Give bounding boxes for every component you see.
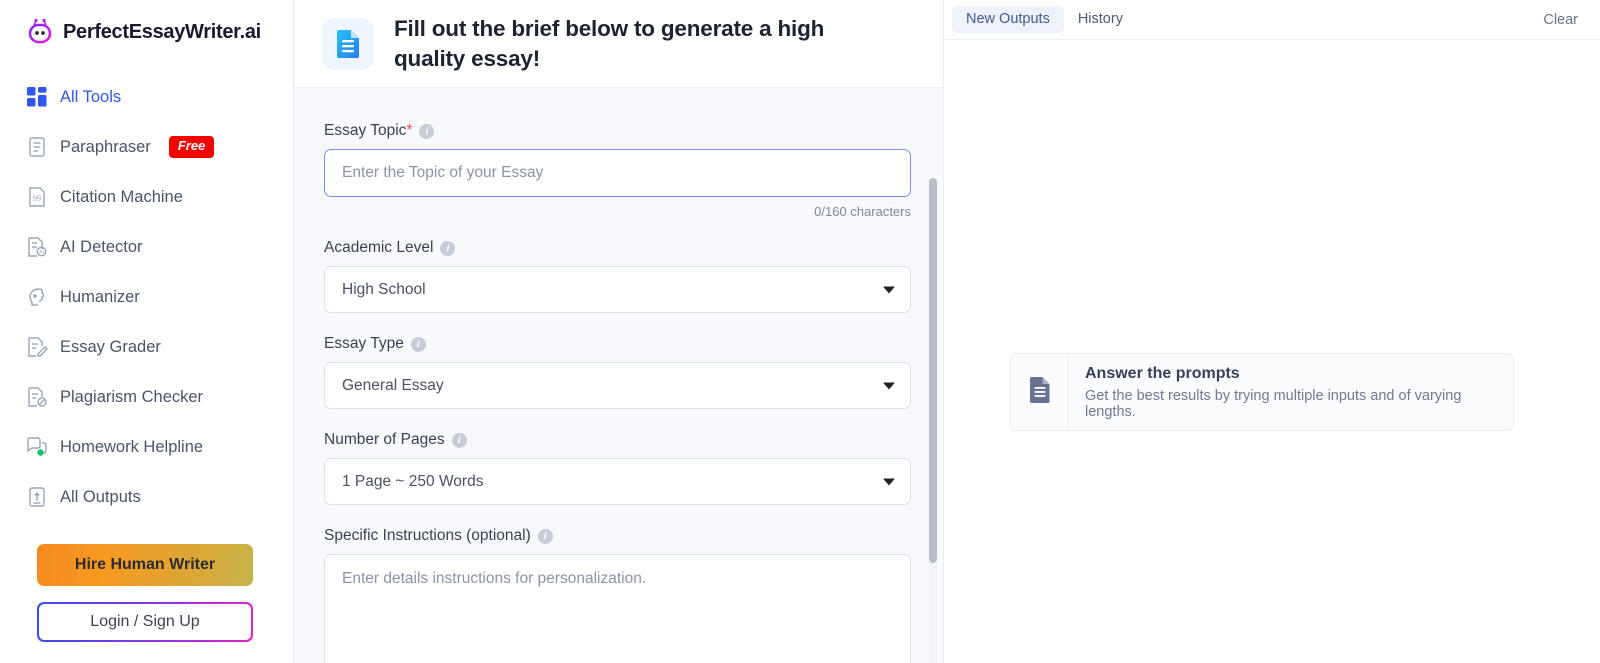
field-essay-type: Essay Type i General Essay [324,335,913,409]
sidebar-item-label: Humanizer [60,287,140,306]
number-of-pages-select-wrap: 1 Page ~ 250 Words [324,458,911,505]
sidebar-item-label: Plagiarism Checker [60,387,204,406]
sidebar-item-all-outputs[interactable]: All Outputs [0,472,293,522]
info-icon[interactable]: i [419,123,435,139]
sidebar-item-humanizer[interactable]: Humanizer [0,272,293,322]
field-label-row: Essay Topic* i [324,122,913,140]
field-label: Academic Level [324,239,434,256]
select-value: General Essay [342,376,444,394]
tab-new-outputs[interactable]: New Outputs [952,6,1064,33]
document-ban-icon [26,386,48,408]
page-title: Fill out the brief below to generate a h… [394,16,825,71]
form-scroll-area: Essay Topic* i 0/160 characters Academic… [294,88,943,663]
brief-form-panel: Fill out the brief below to generate a h… [294,0,944,663]
ai-document-icon: Ai [26,236,48,258]
sidebar-item-citation-machine[interactable]: 99 Citation Machine [0,172,293,222]
login-signup-button-border: Login / Sign Up [37,602,253,642]
field-essay-topic: Essay Topic* i 0/160 characters [324,122,913,219]
sidebar-item-plagiarism-checker[interactable]: Plagiarism Checker [0,372,293,422]
sidebar-item-label: All Outputs [60,487,141,506]
academic-level-select[interactable]: High School [324,266,911,313]
quote-document-icon: 99 [26,186,48,208]
field-label: Essay Topic* [324,122,413,139]
head-profile-icon [26,286,48,308]
login-signup-button[interactable]: Login / Sign Up [38,603,252,641]
sidebar-item-ai-detector[interactable]: Ai AI Detector [0,222,293,272]
field-label-row: Number of Pages i [324,431,913,449]
chevron-down-icon[interactable] [883,286,895,293]
sidebar-item-essay-grader[interactable]: Essay Grader [0,322,293,372]
hire-human-writer-button[interactable]: Hire Human Writer [37,544,253,586]
sidebar-item-paraphraser[interactable]: Paraphraser Free [0,122,293,172]
field-number-of-pages: Number of Pages i 1 Page ~ 250 Words [324,431,913,505]
output-panel-body: Answer the prompts Get the best results … [944,40,1600,663]
field-label-row: Academic Level i [324,239,913,257]
svg-text:99: 99 [33,194,41,203]
sidebar-item-label: Citation Machine [60,187,183,206]
select-value: High School [342,280,426,298]
badge-free: Free [168,136,215,158]
field-label: Specific Instructions (optional) [324,527,531,544]
info-icon[interactable]: i [451,432,467,448]
field-academic-level: Academic Level i High School [324,239,913,313]
info-icon[interactable]: i [537,528,553,544]
output-panel: New Outputs History Clear Answer the pro… [944,0,1600,663]
document-lines-icon [26,136,48,158]
essay-type-select[interactable]: General Essay [324,362,911,409]
sidebar-item-label: AI Detector [60,237,143,256]
essay-type-select-wrap: General Essay [324,362,911,409]
info-icon[interactable]: i [440,240,456,256]
app-root: PerfectEssayWriter.ai All Tools Paraphra… [0,0,1600,663]
tab-history[interactable]: History [1064,6,1137,33]
field-label: Number of Pages [324,431,445,448]
char-counter: 0/160 characters [814,204,911,219]
blue-document-icon [322,17,374,70]
specific-instructions-textarea[interactable] [324,554,911,663]
hint-card-title: Answer the prompts [1085,364,1240,382]
sidebar-item-label: All Tools [60,87,122,106]
sidebar-actions: Hire Human Writer Login / Sign Up [37,544,253,642]
document-upload-icon [26,486,48,508]
document-pencil-icon [26,336,48,358]
number-of-pages-select[interactable]: 1 Page ~ 250 Words [324,458,911,505]
sidebar-nav: All Tools Paraphraser Free 99 Citation M… [0,72,293,522]
sidebar-item-label: Paraphraser [60,137,151,156]
info-icon[interactable]: i [410,336,426,352]
form-header: Fill out the brief below to generate a h… [294,0,943,88]
chat-bubble-online-icon [26,436,48,458]
sidebar: PerfectEssayWriter.ai All Tools Paraphra… [0,0,294,663]
chevron-down-icon[interactable] [883,382,895,389]
sidebar-item-label: Homework Helpline [60,437,204,456]
output-panel-header: New Outputs History Clear [944,0,1600,40]
brand-name: PerfectEssayWriter.ai [63,20,261,43]
hint-card-icon-cell [1011,354,1069,430]
field-label: Essay Type [324,335,404,352]
required-marker: * [406,122,413,139]
grid-icon [26,86,48,108]
brand[interactable]: PerfectEssayWriter.ai [0,0,293,46]
field-specific-instructions: Specific Instructions (optional) i [324,527,913,663]
chevron-down-icon[interactable] [883,478,895,485]
academic-level-select-wrap: High School [324,266,911,313]
essay-topic-input[interactable] [324,149,911,197]
robot-head-icon [26,18,54,46]
sidebar-item-label: Essay Grader [60,337,161,356]
hint-card-text: Answer the prompts Get the best results … [1069,365,1513,420]
form-scrollbar-thumb[interactable] [929,178,937,563]
svg-text:Ai: Ai [39,250,43,256]
document-icon [1028,376,1052,409]
field-label-row: Essay Type i [324,335,913,353]
hint-card-subtitle: Get the best results by trying multiple … [1085,387,1462,420]
clear-button[interactable]: Clear [1543,12,1578,28]
sidebar-item-homework-helpline[interactable]: Homework Helpline [0,422,293,472]
field-label-row: Specific Instructions (optional) i [324,527,913,545]
hint-card: Answer the prompts Get the best results … [1010,353,1514,431]
sidebar-item-all-tools[interactable]: All Tools [0,72,293,122]
select-value: 1 Page ~ 250 Words [342,472,484,490]
